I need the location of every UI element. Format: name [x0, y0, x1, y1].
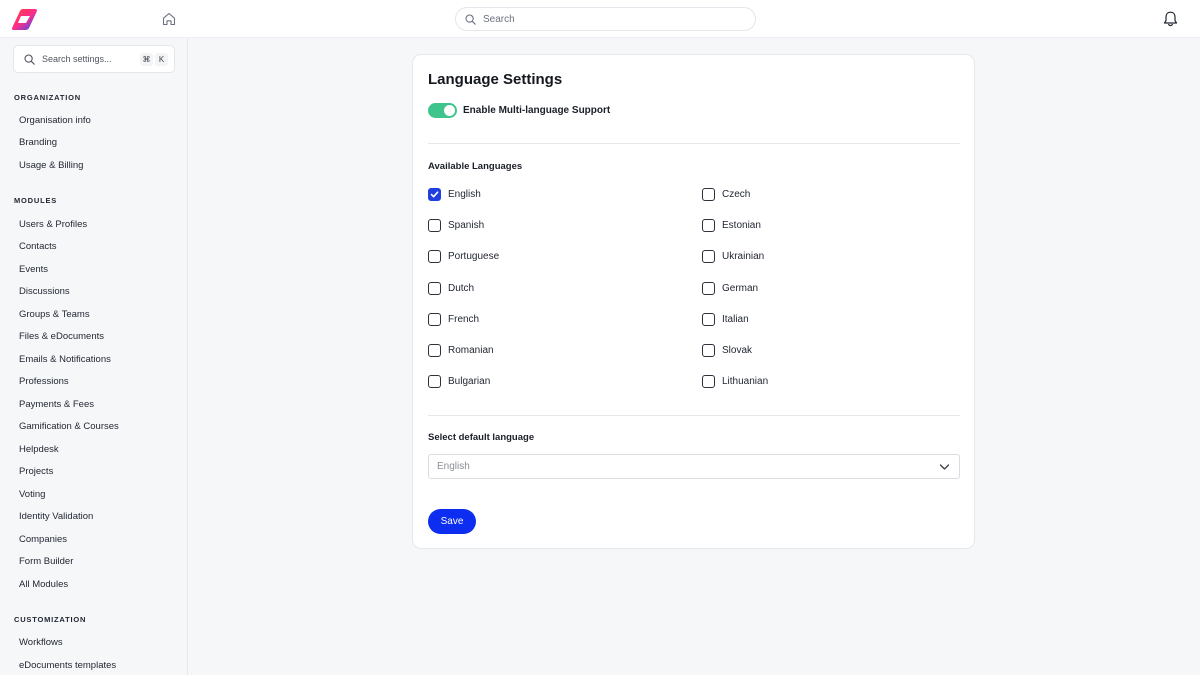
language-settings-card: Language Settings Enable Multi-language … — [412, 54, 975, 549]
language-option-french[interactable]: French — [428, 313, 479, 326]
language-option-bulgarian[interactable]: Bulgarian — [428, 375, 490, 388]
checkbox[interactable] — [702, 375, 715, 388]
multi-language-toggle-label: Enable Multi-language Support — [463, 105, 611, 116]
toggle-knob — [444, 105, 455, 116]
checkbox[interactable] — [702, 344, 715, 357]
checkbox[interactable] — [702, 219, 715, 232]
shortcut-key-cmd: ⌘ — [140, 53, 153, 66]
checkbox[interactable] — [702, 250, 715, 263]
checkbox[interactable] — [428, 282, 441, 295]
language-label: Slovak — [722, 345, 753, 356]
settings-search-input[interactable] — [42, 54, 134, 64]
language-option-german[interactable]: German — [702, 282, 758, 295]
language-label: Ukrainian — [722, 251, 765, 262]
multi-language-toggle[interactable] — [428, 103, 457, 118]
sidebar-item-workflows[interactable]: Workflows — [19, 637, 63, 648]
language-label: German — [722, 283, 759, 294]
global-search-input[interactable] — [483, 13, 733, 25]
notifications-button[interactable] — [1162, 10, 1179, 28]
language-label: French — [448, 314, 480, 325]
language-label: Portuguese — [448, 251, 500, 262]
language-label: Czech — [722, 189, 751, 200]
language-label: English — [448, 189, 481, 200]
language-option-slovak[interactable]: Slovak — [702, 344, 752, 357]
language-option-italian[interactable]: Italian — [702, 313, 749, 326]
app-logo-icon[interactable] — [11, 7, 38, 31]
available-languages-title: Available Languages — [428, 161, 523, 172]
checkbox[interactable] — [702, 313, 715, 326]
home-icon — [162, 12, 176, 26]
language-option-english[interactable]: English — [428, 188, 481, 201]
sidebar-item-emails-notifications[interactable]: Emails & Notifications — [19, 354, 111, 365]
sidebar-item-discussions[interactable]: Discussions — [19, 286, 70, 297]
sidebar-item-usage-billing[interactable]: Usage & Billing — [19, 160, 83, 171]
sidebar-item-projects[interactable]: Projects — [19, 466, 53, 477]
bell-icon — [1163, 11, 1178, 27]
sidebar-item-files-edocuments[interactable]: Files & eDocuments — [19, 331, 104, 342]
search-icon — [465, 13, 476, 25]
language-option-spanish[interactable]: Spanish — [428, 219, 484, 232]
default-language-label: Select default language — [428, 432, 535, 443]
language-option-estonian[interactable]: Estonian — [702, 219, 761, 232]
language-option-dutch[interactable]: Dutch — [428, 282, 474, 295]
divider — [428, 143, 960, 144]
top-bar — [0, 0, 1200, 38]
checkbox[interactable] — [428, 313, 441, 326]
sidebar-item-voting[interactable]: Voting — [19, 489, 45, 500]
divider — [428, 415, 960, 416]
language-label: Romanian — [448, 345, 494, 356]
sidebar-item-payments-fees[interactable]: Payments & Fees — [19, 399, 94, 410]
settings-search[interactable]: ⌘ K — [13, 45, 175, 73]
language-label: Italian — [722, 314, 749, 325]
language-option-portuguese[interactable]: Portuguese — [428, 250, 499, 263]
language-label: Lithuanian — [722, 376, 769, 387]
global-search[interactable] — [455, 7, 756, 31]
sidebar-item-professions[interactable]: Professions — [19, 376, 69, 387]
sidebar-item-form-builder[interactable]: Form Builder — [19, 556, 73, 567]
home-button[interactable] — [161, 11, 177, 27]
sidebar-item-companies[interactable]: Companies — [19, 534, 67, 545]
sidebar-item-all-modules[interactable]: All Modules — [19, 579, 68, 590]
section-title-organization: ORGANIZATION — [14, 93, 81, 102]
sidebar-item-contacts[interactable]: Contacts — [19, 241, 57, 252]
sidebar-item-branding[interactable]: Branding — [19, 137, 57, 148]
default-language-value: English — [437, 461, 470, 472]
sidebar-item-organisation-info[interactable]: Organisation info — [19, 115, 91, 126]
checkmark-icon — [430, 191, 439, 198]
sidebar-item-edocuments-templates[interactable]: eDocuments templates — [19, 660, 116, 671]
shortcut-key-k: K — [155, 53, 168, 66]
sidebar-item-groups-teams[interactable]: Groups & Teams — [19, 309, 90, 320]
checkbox[interactable] — [428, 344, 441, 357]
chevron-down-icon — [939, 463, 950, 471]
checkbox[interactable] — [428, 219, 441, 232]
sidebar-item-identity-validation[interactable]: Identity Validation — [19, 511, 93, 522]
save-button[interactable]: Save — [428, 509, 476, 534]
checkbox[interactable] — [702, 188, 715, 201]
sidebar-item-events[interactable]: Events — [19, 264, 48, 275]
language-option-czech[interactable]: Czech — [702, 188, 750, 201]
language-label: Estonian — [722, 220, 761, 231]
checkbox-checked[interactable] — [428, 188, 441, 201]
sidebar-item-users-profiles[interactable]: Users & Profiles — [19, 219, 87, 230]
settings-sidebar: ⌘ K ORGANIZATION Organisation info Brand… — [0, 38, 188, 675]
language-option-ukrainian[interactable]: Ukrainian — [702, 250, 764, 263]
language-label: Bulgarian — [448, 376, 491, 387]
section-title-customization: CUSTOMIZATION — [14, 615, 87, 624]
section-title-modules: MODULES — [14, 196, 58, 205]
page-title: Language Settings — [428, 71, 563, 88]
search-icon — [24, 53, 35, 65]
default-language-select[interactable]: English — [428, 454, 960, 479]
checkbox[interactable] — [428, 250, 441, 263]
sidebar-item-helpdesk[interactable]: Helpdesk — [19, 444, 59, 455]
language-label: Spanish — [448, 220, 485, 231]
language-option-lithuanian[interactable]: Lithuanian — [702, 375, 768, 388]
language-label: Dutch — [448, 283, 475, 294]
checkbox[interactable] — [428, 375, 441, 388]
sidebar-item-gamification-courses[interactable]: Gamification & Courses — [19, 421, 119, 432]
language-option-romanian[interactable]: Romanian — [428, 344, 494, 357]
checkbox[interactable] — [702, 282, 715, 295]
